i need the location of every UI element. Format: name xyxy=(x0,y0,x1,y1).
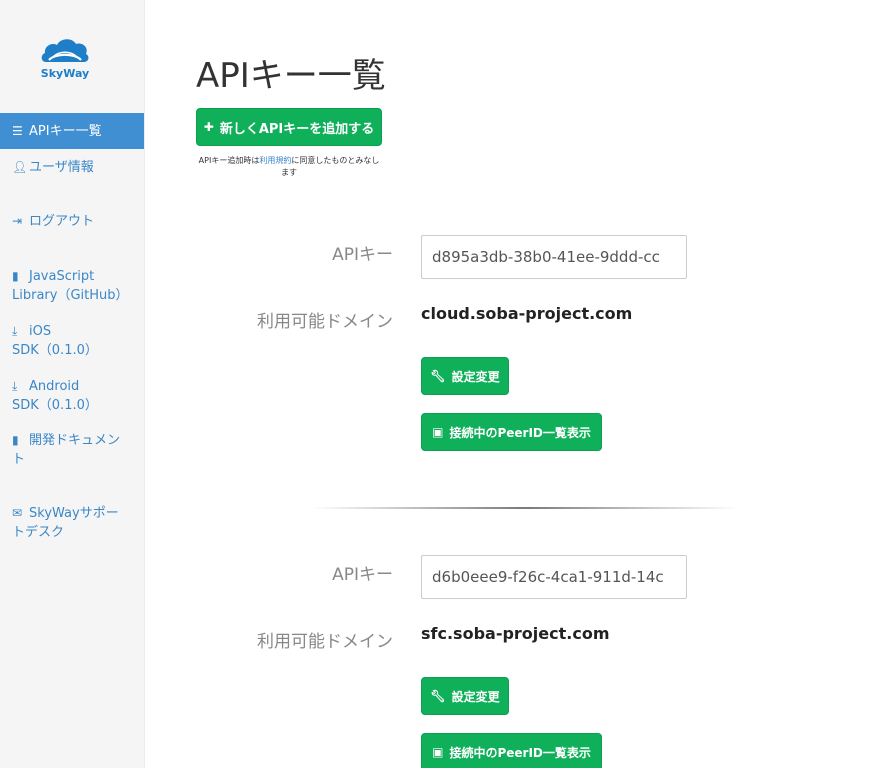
sidebar-item-label-2: ト xyxy=(12,452,26,467)
sidebar-item-label: ログアウト xyxy=(29,214,95,229)
sidebar-item-dev-docs[interactable]: ▮ 開発ドキュメン ト xyxy=(0,431,144,469)
list-box-icon: ▣ xyxy=(432,745,444,759)
download-icon: ⤓ xyxy=(12,379,18,393)
user-icon: 👤︎ xyxy=(12,160,28,174)
terms-notice: APIキー追加時は利用規約に同意したものとみなし ます xyxy=(182,155,396,179)
wrench-icon: 🔧︎ xyxy=(430,689,446,703)
terms-suffix: に同意したものとみなし xyxy=(291,156,380,165)
settings-button-label: 設定変更 xyxy=(451,369,500,384)
sidebar-item-logout[interactable]: ⇥ ログアウト xyxy=(0,212,144,231)
list-box-icon: ▣ xyxy=(432,425,444,439)
sidebar-item-javascript-library[interactable]: ▮ JavaScript Library（GitHub） xyxy=(0,267,144,305)
sidebar-item-label: iOS xyxy=(29,324,52,339)
domain-label: 利用可能ドメイン xyxy=(257,312,393,332)
plus-icon: ✚ xyxy=(203,120,214,134)
sidebar-item-label: ユーザ情報 xyxy=(29,160,94,175)
logo-text: SkyWay xyxy=(40,67,90,80)
domain-value: sfc.soba-project.com xyxy=(421,624,610,643)
api-key-field[interactable]: d895a3db-38b0-41ee-9ddd-cc xyxy=(421,235,687,279)
wrench-icon: 🔧︎ xyxy=(430,369,446,383)
sidebar: SkyWay ☰ APIキー一覧 👤︎ ユーザ情報 ⇥ ログアウト ▮ JavaScri… xyxy=(0,0,145,768)
sidebar-item-label-2: トデスク xyxy=(12,525,65,540)
peer-list-button[interactable]: ▣ 接続中のPeerID一覧表示 xyxy=(421,413,602,451)
settings-button-label: 設定変更 xyxy=(451,689,500,704)
cloud-logo-icon xyxy=(41,39,89,62)
api-key-field[interactable]: d6b0eee9-f26c-4ca1-911d-14c xyxy=(421,555,687,599)
sidebar-item-api-keys[interactable]: ☰ APIキー一覧 xyxy=(0,113,144,149)
terms-suffix-2: ます xyxy=(281,168,297,177)
sidebar-item-label-2: Library（GitHub） xyxy=(12,288,129,303)
download-icon: ⤓ xyxy=(12,324,18,338)
list-icon: ☰ xyxy=(12,124,23,138)
sidebar-item-label: JavaScript xyxy=(29,269,95,284)
sidebar-item-label: SkyWayサポー xyxy=(29,506,119,521)
envelope-icon: ✉ xyxy=(12,506,23,520)
settings-button[interactable]: 🔧︎ 設定変更 xyxy=(421,357,509,395)
settings-button[interactable]: 🔧︎ 設定変更 xyxy=(421,677,509,715)
add-api-key-button[interactable]: ✚ 新しくAPIキーを追加する xyxy=(196,108,382,146)
page-title: APIキー一覧 xyxy=(196,56,386,96)
logout-icon: ⇥ xyxy=(12,214,23,228)
peer-list-button[interactable]: ▣ 接続中のPeerID一覧表示 xyxy=(421,733,602,768)
sidebar-item-ios-sdk[interactable]: ⤓ iOS SDK（0.1.0） xyxy=(0,322,144,360)
add-api-key-button-label: 新しくAPIキーを追加する xyxy=(219,121,375,137)
peer-list-button-label: 接続中のPeerID一覧表示 xyxy=(449,745,591,760)
terms-link[interactable]: 利用規約 xyxy=(259,156,291,165)
sidebar-item-android-sdk[interactable]: ⤓ Android SDK（0.1.0） xyxy=(0,377,144,415)
sidebar-item-label: Android xyxy=(29,379,80,394)
domain-value: cloud.soba-project.com xyxy=(421,304,633,323)
peer-list-button-label: 接続中のPeerID一覧表示 xyxy=(449,425,591,440)
api-key-label: APIキー xyxy=(332,565,393,585)
sidebar-item-label: 開発ドキュメン xyxy=(29,433,121,448)
api-key-label: APIキー xyxy=(332,245,393,265)
sidebar-item-user-info[interactable]: 👤︎ ユーザ情報 xyxy=(0,158,144,177)
terms-prefix: APIキー追加時は xyxy=(198,156,260,165)
domain-label: 利用可能ドメイン xyxy=(257,632,393,652)
skyway-logo[interactable]: SkyWay xyxy=(38,36,92,88)
entry-divider xyxy=(312,507,738,509)
sidebar-item-label: APIキー一覧 xyxy=(29,124,102,139)
sidebar-item-support-desk[interactable]: ✉ SkyWayサポー トデスク xyxy=(0,504,144,542)
book-icon: ▮ xyxy=(12,433,19,447)
sidebar-item-label-2: SDK（0.1.0） xyxy=(12,343,98,358)
sidebar-item-label-2: SDK（0.1.0） xyxy=(12,398,98,413)
file-icon: ▮ xyxy=(12,269,19,283)
